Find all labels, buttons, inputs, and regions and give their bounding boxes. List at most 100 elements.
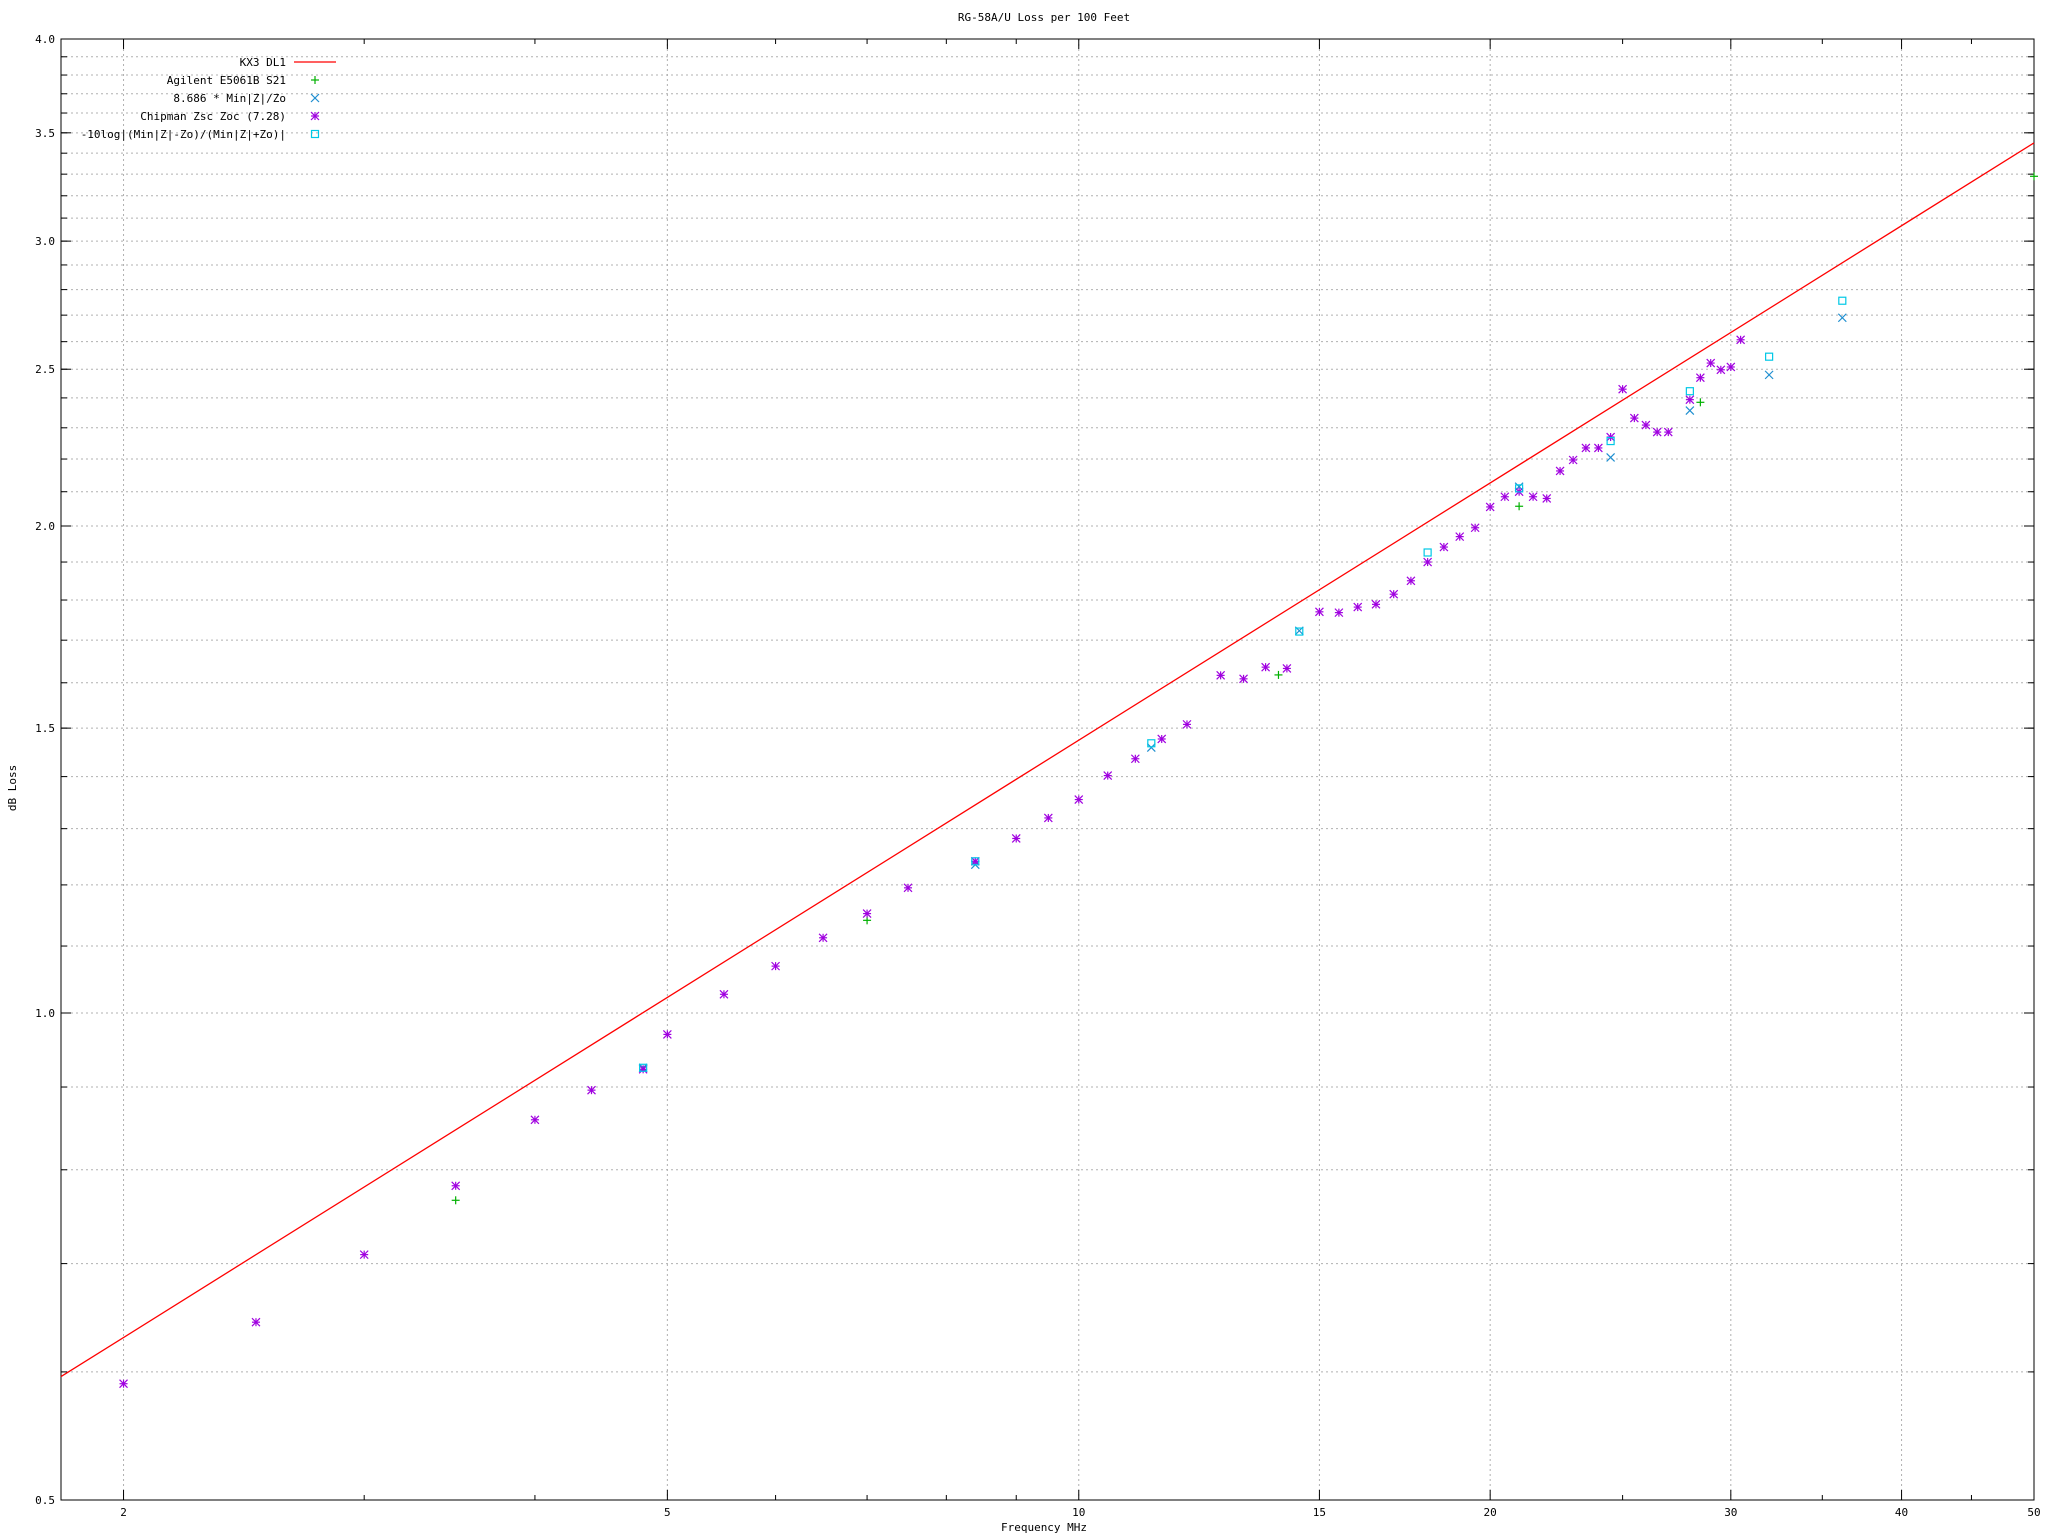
- data-point: [1726, 362, 1736, 372]
- data-point: [1423, 557, 1433, 567]
- data-point: [1274, 670, 1283, 679]
- legend-label: Agilent E5061B S21: [167, 74, 286, 87]
- data-point: [1485, 502, 1495, 512]
- data-point: [1334, 608, 1344, 618]
- series-4: [639, 296, 1847, 1072]
- y-tick-label: 3.5: [35, 127, 55, 140]
- data-point: [638, 1064, 648, 1074]
- data-point: [1736, 335, 1746, 345]
- data-point: [1371, 599, 1381, 609]
- data-point: [1455, 532, 1465, 542]
- series-0: [60, 142, 2035, 1378]
- legend-marker: [310, 93, 320, 103]
- legend-marker: [310, 111, 320, 121]
- legend: KX3 DL1 Agilent E5061B S21 8.686 * Min|Z|/…: [81, 56, 336, 141]
- legend-marker: [310, 129, 320, 139]
- y-tick-label: 3.0: [35, 235, 55, 248]
- data-point: [1765, 352, 1774, 361]
- data-point: [1239, 674, 1248, 684]
- data-point: [970, 856, 980, 866]
- data-point: [1764, 370, 1774, 380]
- y-tick-label: 2.0: [35, 520, 55, 533]
- y-tick-label: 1.5: [35, 722, 55, 735]
- data-point: [1696, 398, 1705, 407]
- x-tick-label: 2: [120, 1506, 127, 1519]
- data-point: [1695, 373, 1705, 383]
- data-point: [771, 961, 781, 971]
- x-tick-label: 40: [1895, 1506, 1908, 1519]
- x-tick-label: 50: [2027, 1506, 2040, 1519]
- data-point: [1528, 492, 1538, 502]
- legend-marker: [311, 76, 319, 84]
- data-point: [1146, 743, 1156, 753]
- data-point: [1011, 834, 1021, 843]
- chart-title: RG-58A/U Loss per 100 Feet: [958, 11, 1130, 24]
- series-3: [119, 335, 1746, 1389]
- data-point: [530, 1115, 540, 1125]
- data-point: [1542, 494, 1552, 503]
- series-layer: [60, 142, 2038, 1389]
- y-tick-label: 0.5: [35, 1494, 55, 1507]
- marker-square: [1765, 352, 1774, 361]
- data-point: [1685, 395, 1695, 405]
- data-point: [862, 909, 872, 919]
- data-point: [1423, 548, 1432, 557]
- x-tick-label: 10: [1072, 1506, 1085, 1519]
- grid: [61, 39, 2034, 1500]
- series-line: [60, 142, 2035, 1378]
- data-point: [1182, 719, 1192, 729]
- data-point: [1500, 492, 1510, 502]
- marker-square: [1685, 387, 1694, 396]
- data-point: [587, 1085, 596, 1095]
- marker-square: [1423, 548, 1432, 557]
- data-point: [1261, 662, 1271, 672]
- data-point: [1685, 387, 1694, 396]
- data-point: [1103, 771, 1113, 781]
- x-tick-label: 30: [1724, 1506, 1737, 1519]
- data-point: [1515, 502, 1524, 511]
- axis-ticks: 0.5 1.0 1.5 2.0 2.5 3.0 3.5 4.0 2 5 10 15 20 30 40 50: [35, 33, 2041, 1519]
- data-point: [1074, 795, 1084, 804]
- data-point: [1685, 406, 1695, 416]
- legend-label: KX3 DL1: [240, 56, 286, 69]
- data-point: [451, 1181, 461, 1191]
- data-point: [1652, 427, 1662, 437]
- data-point: [1353, 602, 1363, 612]
- y-tick-label: 2.5: [35, 363, 55, 376]
- data-point: [662, 1029, 672, 1039]
- data-point: [1389, 589, 1399, 599]
- data-point: [1663, 427, 1673, 437]
- data-point: [719, 989, 729, 999]
- chart: 0.5 1.0 1.5 2.0 2.5 3.0 3.5 4.0 2 5 10 15 20 30 40 50 R…: [6, 11, 2041, 1534]
- marker-square: [310, 129, 320, 139]
- data-point: [2030, 172, 2038, 181]
- data-point: [1406, 576, 1416, 586]
- data-point: [1716, 365, 1726, 375]
- y-tick-label: 4.0: [35, 33, 55, 46]
- data-point: [903, 883, 913, 893]
- data-point: [251, 1317, 261, 1327]
- x-tick-label: 20: [1484, 1506, 1497, 1519]
- data-point: [1216, 670, 1226, 680]
- legend-label: Chipman Zsc Zoc (7.28): [140, 110, 286, 123]
- data-point: [1130, 754, 1140, 764]
- data-point: [1439, 542, 1449, 552]
- x-tick-label: 15: [1313, 1506, 1326, 1519]
- legend-label: 8.686 * Min|Z|/Zo: [173, 92, 286, 105]
- legend-label: -10log|(Min|Z|-Zo)/(Min|Z|+Zo)|: [81, 128, 286, 141]
- data-point: [1618, 384, 1628, 394]
- x-axis-label: Frequency MHz: [1001, 1521, 1087, 1534]
- plot-frame: [60, 38, 2035, 1501]
- data-point: [119, 1379, 128, 1389]
- data-point: [1838, 296, 1847, 305]
- data-point: [359, 1250, 369, 1260]
- data-point: [1593, 443, 1603, 453]
- data-point: [1157, 734, 1167, 744]
- data-point: [1314, 607, 1324, 617]
- data-point: [451, 1196, 460, 1205]
- y-axis-label: dB Loss: [6, 765, 19, 811]
- data-point: [1629, 413, 1639, 423]
- x-tick-label: 5: [664, 1506, 671, 1519]
- data-point: [1470, 523, 1480, 533]
- data-point: [1606, 453, 1616, 462]
